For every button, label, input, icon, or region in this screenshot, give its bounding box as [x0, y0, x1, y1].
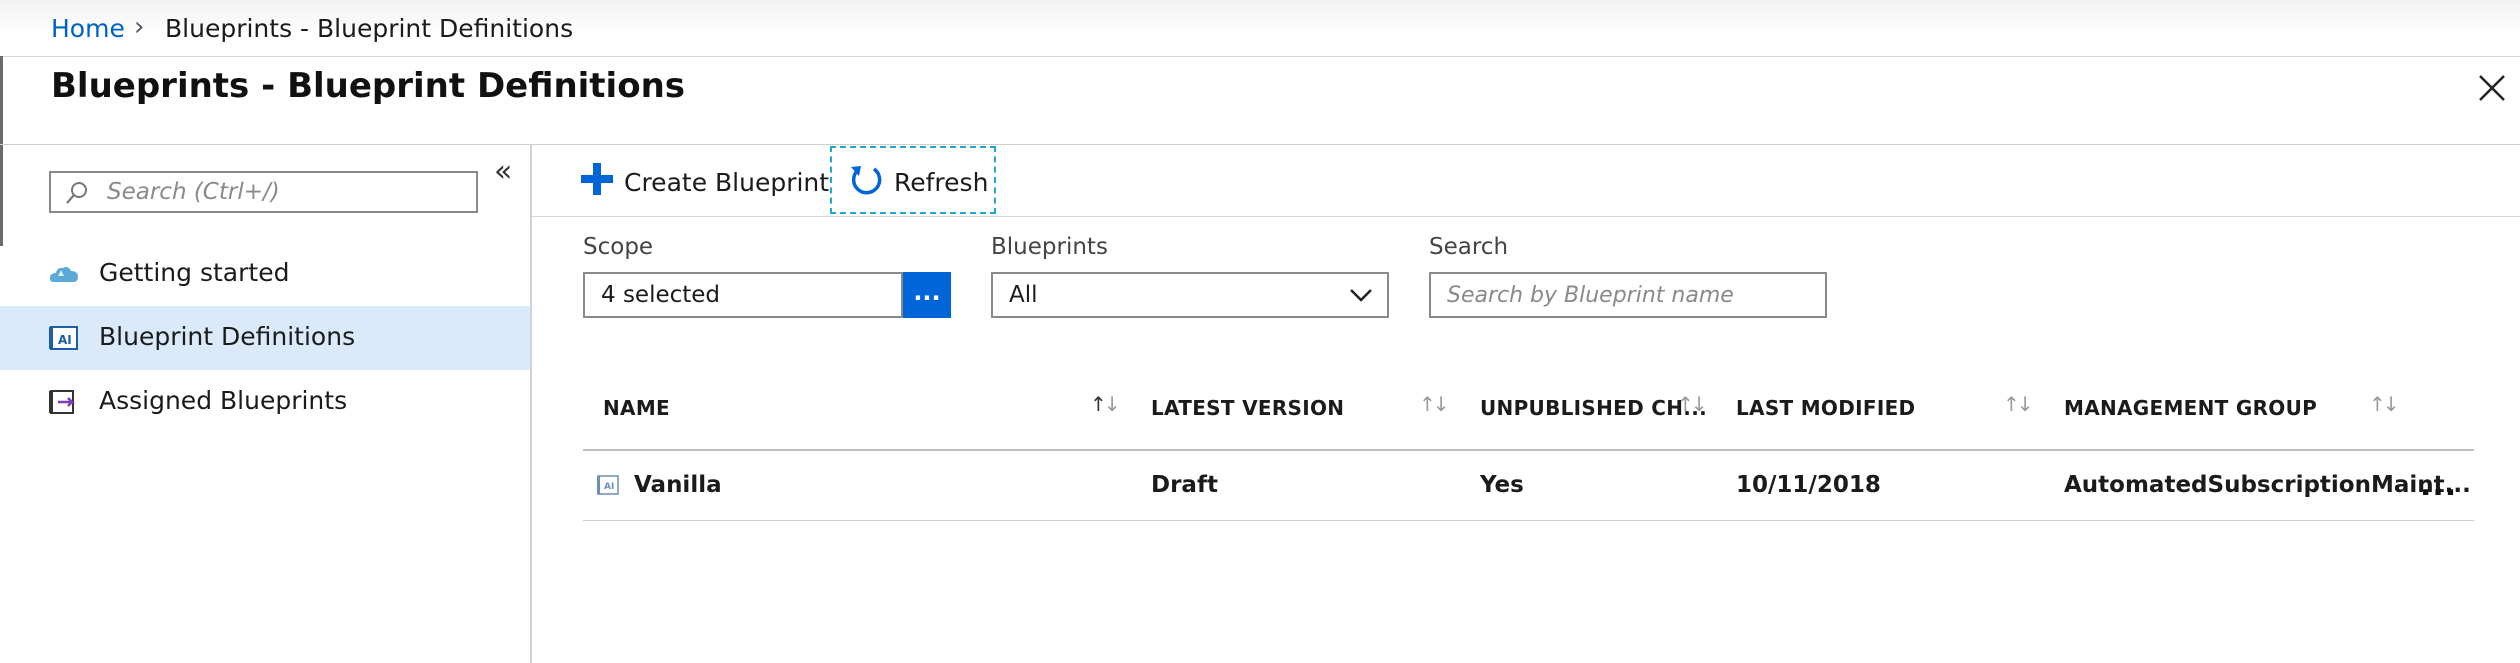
- search-filter-label: Search: [1429, 234, 1509, 260]
- sidebar-item-blueprint-definitions[interactable]: AI Blueprint Definitions: [0, 306, 530, 370]
- refresh-label: Refresh: [894, 168, 989, 197]
- sort-icon[interactable]: ↑↓: [1419, 392, 1449, 416]
- blueprints-filter-dropdown[interactable]: All: [991, 272, 1389, 318]
- window-edge: [0, 56, 3, 246]
- create-blueprint-label: Create Blueprint: [624, 168, 830, 197]
- sidebar-search-input[interactable]: [107, 173, 467, 211]
- blueprints-filter-label: Blueprints: [991, 234, 1108, 260]
- cloud-icon: [49, 267, 78, 282]
- blueprint-definition-icon: AI: [49, 326, 78, 350]
- page-title: Blueprints - Blueprint Definitions: [51, 66, 686, 106]
- chevron-down-icon: [1350, 289, 1372, 302]
- svg-text:AI: AI: [58, 333, 72, 347]
- blueprint-definition-icon: AI: [597, 475, 619, 495]
- cell-management-group: AutomatedSubscriptionMaint...: [2064, 472, 2471, 498]
- toolbar-divider: [532, 216, 2520, 217]
- cell-last-modified: 10/11/2018: [1736, 472, 1881, 498]
- sidebar-search-box[interactable]: [49, 171, 478, 213]
- plus-icon: [581, 163, 613, 195]
- sidebar-item-label: Assigned Blueprints: [99, 386, 348, 415]
- column-header-management-group[interactable]: MANAGEMENT GROUP: [2064, 396, 2317, 420]
- cell-latest-version: Draft: [1151, 472, 1218, 498]
- svg-text:AI: AI: [604, 482, 614, 492]
- assigned-blueprint-icon: [49, 390, 76, 414]
- title-divider: [0, 144, 2520, 145]
- row-more-options-button[interactable]: ...: [2420, 468, 2457, 503]
- column-header-last-modified[interactable]: LAST MODIFIED: [1736, 396, 1915, 420]
- breadcrumb-current: Blueprints - Blueprint Definitions: [165, 14, 574, 43]
- sort-ascending-icon[interactable]: ↑↓: [1090, 392, 1120, 416]
- sort-icon[interactable]: ↑↓: [2003, 392, 2033, 416]
- blueprint-name-search-input[interactable]: [1447, 276, 1807, 314]
- column-header-unpublished-changes[interactable]: UNPUBLISHED CH...: [1480, 396, 1707, 420]
- sort-icon[interactable]: ↑↓: [2369, 392, 2399, 416]
- sidebar-item-getting-started[interactable]: Getting started: [0, 242, 530, 306]
- sidebar-item-label: Getting started: [99, 258, 290, 287]
- breadcrumb-separator-icon: ›: [134, 12, 145, 42]
- column-header-latest-version[interactable]: LATEST VERSION: [1151, 396, 1344, 420]
- cell-unpublished-changes: Yes: [1480, 472, 1524, 498]
- refresh-icon: [851, 166, 882, 195]
- scope-picker-button[interactable]: ...: [903, 272, 951, 318]
- table-row-divider: [583, 520, 2474, 521]
- blueprint-name-search-box[interactable]: [1429, 272, 1827, 318]
- sidebar-divider: [530, 145, 532, 663]
- column-header-name[interactable]: NAME: [603, 396, 670, 420]
- create-blueprint-button[interactable]: Create Blueprint: [580, 158, 829, 208]
- close-icon: [2479, 75, 2505, 101]
- collapse-sidebar-button[interactable]: «: [494, 154, 512, 189]
- breadcrumb-home-link[interactable]: Home: [51, 14, 125, 43]
- breadcrumb: Home › Blueprints - Blueprint Definition…: [0, 0, 700, 56]
- scope-value: 4 selected: [601, 282, 721, 308]
- sidebar-item-assigned-blueprints[interactable]: Assigned Blueprints: [0, 370, 530, 434]
- blueprints-filter-value: All: [1009, 282, 1038, 308]
- close-button[interactable]: [2470, 66, 2514, 110]
- sidebar-item-label: Blueprint Definitions: [99, 322, 356, 351]
- scope-label: Scope: [583, 234, 654, 260]
- sort-icon[interactable]: ↑↓: [1677, 392, 1707, 416]
- cell-name-link[interactable]: Vanilla: [634, 472, 722, 498]
- refresh-button[interactable]: Refresh: [830, 146, 996, 214]
- search-icon: [66, 182, 87, 204]
- scope-field[interactable]: 4 selected: [583, 272, 903, 318]
